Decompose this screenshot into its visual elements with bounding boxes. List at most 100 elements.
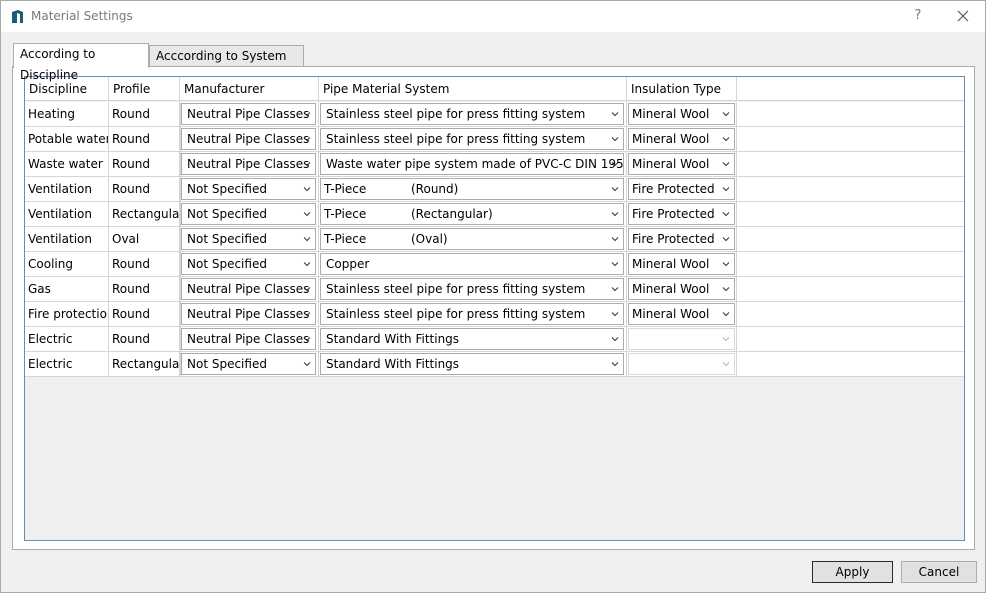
- column-divider: [626, 152, 627, 176]
- chevron-down-icon: [611, 137, 619, 142]
- tab-according-to-discipline[interactable]: According to Discipline: [13, 43, 149, 82]
- insulation-type-dropdown[interactable]: Fire Protected: [628, 203, 735, 225]
- column-divider: [736, 127, 737, 151]
- pipe-material-dropdown[interactable]: Stainless steel pipe for press fitting s…: [320, 128, 624, 150]
- close-icon[interactable]: [953, 6, 973, 26]
- profile-cell: Round: [109, 127, 180, 151]
- column-divider: [180, 177, 181, 201]
- insulation-type-dropdown[interactable]: Mineral Wool: [628, 253, 735, 275]
- column-header-pipe-material-system[interactable]: Pipe Material System: [319, 77, 627, 101]
- pipe-material-dropdown[interactable]: Stainless steel pipe for press fitting s…: [320, 303, 624, 325]
- manufacturer-dropdown[interactable]: Neutral Pipe Classes: [181, 153, 316, 175]
- filler-cell: [737, 202, 964, 226]
- chevron-down-icon: [303, 112, 311, 117]
- manufacturer-dropdown[interactable]: Not Specified: [181, 253, 316, 275]
- cancel-button[interactable]: Cancel: [901, 561, 977, 583]
- insulation-type-value: Mineral Wool: [632, 132, 710, 146]
- discipline-cell: Fire protection: [25, 302, 109, 326]
- manufacturer-value: Not Specified: [187, 207, 267, 221]
- column-header-profile[interactable]: Profile: [109, 77, 180, 101]
- insulation-type-dropdown[interactable]: Mineral Wool: [628, 278, 735, 300]
- insulation-type-dropdown[interactable]: Mineral Wool: [628, 153, 735, 175]
- manufacturer-value: Neutral Pipe Classes: [187, 157, 310, 171]
- help-button[interactable]: ?: [909, 7, 927, 25]
- column-divider: [626, 302, 627, 326]
- pipe-material-dropdown[interactable]: T-Piece (Oval): [320, 228, 624, 250]
- chevron-down-icon: [611, 112, 619, 117]
- manufacturer-dropdown[interactable]: Neutral Pipe Classes: [181, 303, 316, 325]
- pipe-material-dropdown[interactable]: Stainless steel pipe for press fitting s…: [320, 103, 624, 125]
- apply-button[interactable]: Apply: [812, 561, 893, 583]
- chevron-down-icon: [303, 337, 311, 342]
- column-header-insulation-type[interactable]: Insulation Type: [627, 77, 737, 101]
- pipe-material-dropdown[interactable]: Standard With Fittings: [320, 328, 624, 350]
- manufacturer-dropdown[interactable]: Neutral Pipe Classes: [181, 128, 316, 150]
- manufacturer-dropdown[interactable]: Neutral Pipe Classes: [181, 328, 316, 350]
- manufacturer-dropdown[interactable]: Not Specified: [181, 228, 316, 250]
- chevron-down-icon: [722, 162, 730, 167]
- chevron-down-icon: [303, 137, 311, 142]
- column-divider: [626, 352, 627, 376]
- insulation-type-dropdown[interactable]: Fire Protected: [628, 228, 735, 250]
- discipline-cell: Ventilation: [25, 177, 109, 201]
- manufacturer-dropdown[interactable]: Not Specified: [181, 178, 316, 200]
- manufacturer-value: Neutral Pipe Classes: [187, 132, 310, 146]
- column-divider: [180, 252, 181, 276]
- column-header-manufacturer[interactable]: Manufacturer: [180, 77, 319, 101]
- insulation-type-dropdown[interactable]: Mineral Wool: [628, 128, 735, 150]
- manufacturer-dropdown[interactable]: Neutral Pipe Classes: [181, 278, 316, 300]
- manufacturer-value: Neutral Pipe Classes: [187, 282, 310, 296]
- profile-cell: Round: [109, 102, 180, 126]
- column-divider: [626, 277, 627, 301]
- manufacturer-value: Not Specified: [187, 182, 267, 196]
- chevron-down-icon: [722, 137, 730, 142]
- insulation-type-dropdown[interactable]: Fire Protected: [628, 178, 735, 200]
- column-divider: [318, 327, 319, 351]
- filler-cell: [737, 152, 964, 176]
- table-row: Cooling Round Not Specified Copper Mineral W…: [25, 252, 964, 277]
- pipe-material-dropdown[interactable]: Stainless steel pipe for press fitting s…: [320, 278, 624, 300]
- pipe-material-subtype: (Oval): [411, 232, 448, 246]
- column-divider: [180, 352, 181, 376]
- table-row: Gas Round Neutral Pipe Classes Stainless st…: [25, 277, 964, 302]
- grid-header: Discipline Profile Manufacturer Pipe Mat…: [25, 77, 964, 101]
- insulation-type-dropdown[interactable]: Mineral Wool: [628, 103, 735, 125]
- chevron-down-icon: [611, 362, 619, 367]
- insulation-type-value: Mineral Wool: [632, 282, 710, 296]
- table-row: Fire protection Round Neutral Pipe Classes…: [25, 302, 964, 327]
- insulation-type-dropdown[interactable]: [628, 353, 735, 375]
- column-divider: [626, 252, 627, 276]
- table-row: Electric Round Neutral Pipe Classes Standar…: [25, 327, 964, 352]
- pipe-material-subtype: (Rectangular): [411, 207, 493, 221]
- profile-cell: Rectangular: [109, 202, 180, 226]
- column-divider: [318, 152, 319, 176]
- manufacturer-dropdown[interactable]: Neutral Pipe Classes: [181, 103, 316, 125]
- column-divider: [180, 227, 181, 251]
- pipe-material-dropdown[interactable]: T-Piece (Round): [320, 178, 624, 200]
- pipe-material-dropdown[interactable]: T-Piece (Rectangular): [320, 203, 624, 225]
- profile-cell: Round: [109, 327, 180, 351]
- column-divider: [180, 302, 181, 326]
- chevron-down-icon: [722, 212, 730, 217]
- pipe-material-value: Copper: [326, 257, 370, 271]
- pipe-material-value: Stainless steel pipe for press fitting s…: [326, 307, 586, 321]
- insulation-type-dropdown[interactable]: Mineral Wool: [628, 303, 735, 325]
- discipline-cell: Ventilation: [25, 202, 109, 226]
- discipline-cell: Heating: [25, 102, 109, 126]
- insulation-type-dropdown[interactable]: [628, 328, 735, 350]
- chevron-down-icon: [303, 312, 311, 317]
- chevron-down-icon: [611, 262, 619, 267]
- column-divider: [736, 202, 737, 226]
- insulation-type-value: Mineral Wool: [632, 157, 710, 171]
- pipe-material-value: Stainless steel pipe for press fitting s…: [326, 107, 586, 121]
- pipe-material-dropdown[interactable]: Standard With Fittings: [320, 353, 624, 375]
- pipe-material-dropdown[interactable]: Copper: [320, 253, 624, 275]
- column-divider: [736, 177, 737, 201]
- column-divider: [180, 327, 181, 351]
- tab-according-to-system-class[interactable]: Acccording to System Class: [149, 45, 304, 83]
- column-divider: [318, 127, 319, 151]
- manufacturer-dropdown[interactable]: Not Specified: [181, 203, 316, 225]
- manufacturer-dropdown[interactable]: Not Specified: [181, 353, 316, 375]
- pipe-material-dropdown[interactable]: Waste water pipe system made of PVC-C DI…: [320, 153, 624, 175]
- filler-cell: [737, 177, 964, 201]
